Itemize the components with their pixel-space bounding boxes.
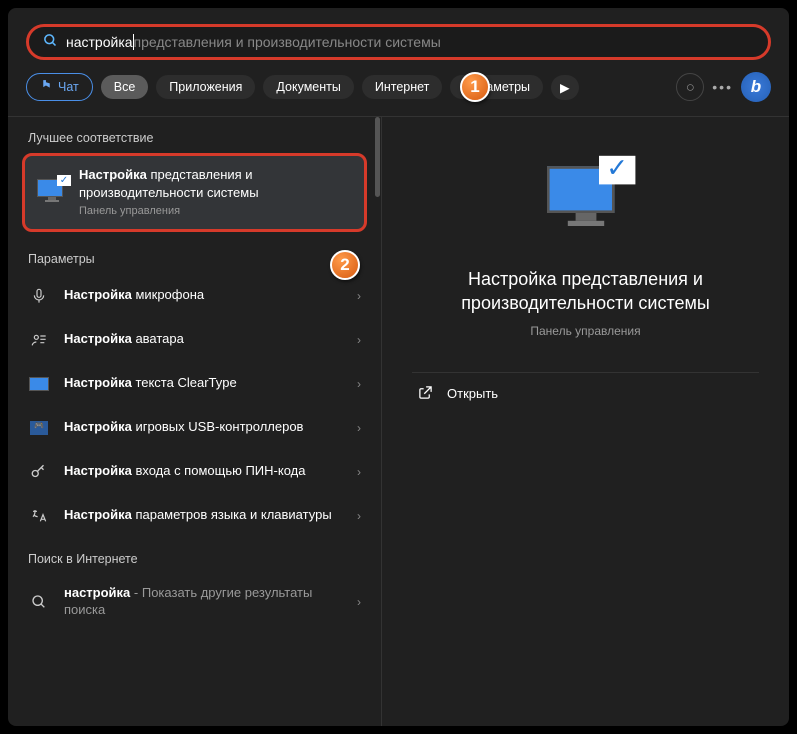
detail-subtitle: Панель управления (530, 324, 640, 338)
detail-pane: ✓ Настройка представления и производител… (382, 117, 789, 726)
open-label: Открыть (447, 386, 498, 401)
microphone-icon (28, 285, 50, 307)
game-controller-icon: 🎮 (28, 417, 50, 439)
scrollbar[interactable] (375, 117, 380, 197)
cleartype-icon (28, 373, 50, 395)
result-web-search[interactable]: настройка - Показать другие результаты п… (8, 574, 381, 630)
annotation-badge-1: 1 (460, 72, 490, 102)
chevron-right-icon: › (357, 465, 361, 479)
chevron-right-icon: › (357, 421, 361, 435)
key-icon (28, 461, 50, 483)
tab-all[interactable]: Все (101, 75, 149, 99)
more-options-icon[interactable]: ••• (712, 79, 733, 95)
filter-tabs: Чат Все Приложения Документы Интернет Па… (8, 72, 789, 116)
tab-next[interactable]: ▶ (551, 75, 579, 100)
result-avatar[interactable]: Настройка аватара › (8, 318, 381, 362)
performance-options-icon: ✓ (37, 179, 67, 205)
chevron-right-icon: › (357, 377, 361, 391)
account-circle[interactable]: ○ (676, 73, 704, 101)
tab-chat[interactable]: Чат (26, 73, 93, 101)
detail-title: Настройка представления и производительн… (412, 267, 759, 316)
tab-apps[interactable]: Приложения (156, 75, 255, 99)
bing-icon[interactable]: b (741, 72, 771, 102)
open-external-icon (418, 385, 433, 403)
chevron-right-icon: › (357, 595, 361, 609)
section-web-search: Поиск в Интернете (8, 538, 381, 574)
section-best-match: Лучшее соответствие (8, 117, 381, 153)
language-icon (28, 505, 50, 527)
section-parameters: Параметры (8, 238, 381, 274)
search-autocomplete-hint: представления и производительности систе… (134, 34, 441, 50)
annotation-badge-2: 2 (330, 250, 360, 280)
search-input[interactable]: настройка представления и производительн… (26, 24, 771, 60)
results-pane: Лучшее соответствие ✓ Настройка представ… (8, 117, 382, 726)
tab-documents[interactable]: Документы (263, 75, 353, 99)
best-match-text: Настройка представления и производительн… (79, 166, 352, 219)
open-action[interactable]: Открыть (412, 372, 759, 415)
tab-chat-label: Чат (58, 80, 79, 94)
result-cleartype[interactable]: Настройка текста ClearType › (8, 362, 381, 406)
search-typed-text: настройка (66, 34, 133, 50)
result-language-keyboard[interactable]: Настройка параметров языка и клавиатуры … (8, 494, 381, 538)
chevron-right-icon: › (357, 509, 361, 523)
search-icon (28, 591, 50, 613)
chevron-right-icon: › (357, 333, 361, 347)
bing-chat-icon (40, 79, 53, 95)
result-pin-signin[interactable]: Настройка входа с помощью ПИН-кода › (8, 450, 381, 494)
search-icon (43, 33, 58, 52)
best-match-item[interactable]: ✓ Настройка представления и производител… (22, 153, 367, 232)
result-usb-controllers[interactable]: 🎮 Настройка игровых USB-контроллеров › (8, 406, 381, 450)
result-microphone[interactable]: Настройка микрофона › (8, 274, 381, 318)
tab-internet[interactable]: Интернет (362, 75, 443, 99)
chevron-right-icon: › (357, 289, 361, 303)
detail-app-icon: ✓ (571, 157, 601, 243)
avatar-settings-icon (28, 329, 50, 351)
